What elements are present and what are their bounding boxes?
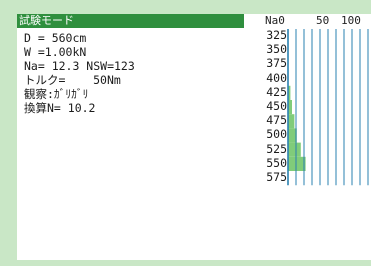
bar-525: [288, 142, 301, 157]
device-screen: 試験モード D = 560cm W =1.00kN Na= 12.3 NSW=1…: [17, 14, 371, 260]
bar-500: [288, 128, 297, 143]
bar-475: [288, 114, 295, 129]
bar-550: [288, 156, 306, 171]
na-bar-chart: [287, 29, 369, 186]
